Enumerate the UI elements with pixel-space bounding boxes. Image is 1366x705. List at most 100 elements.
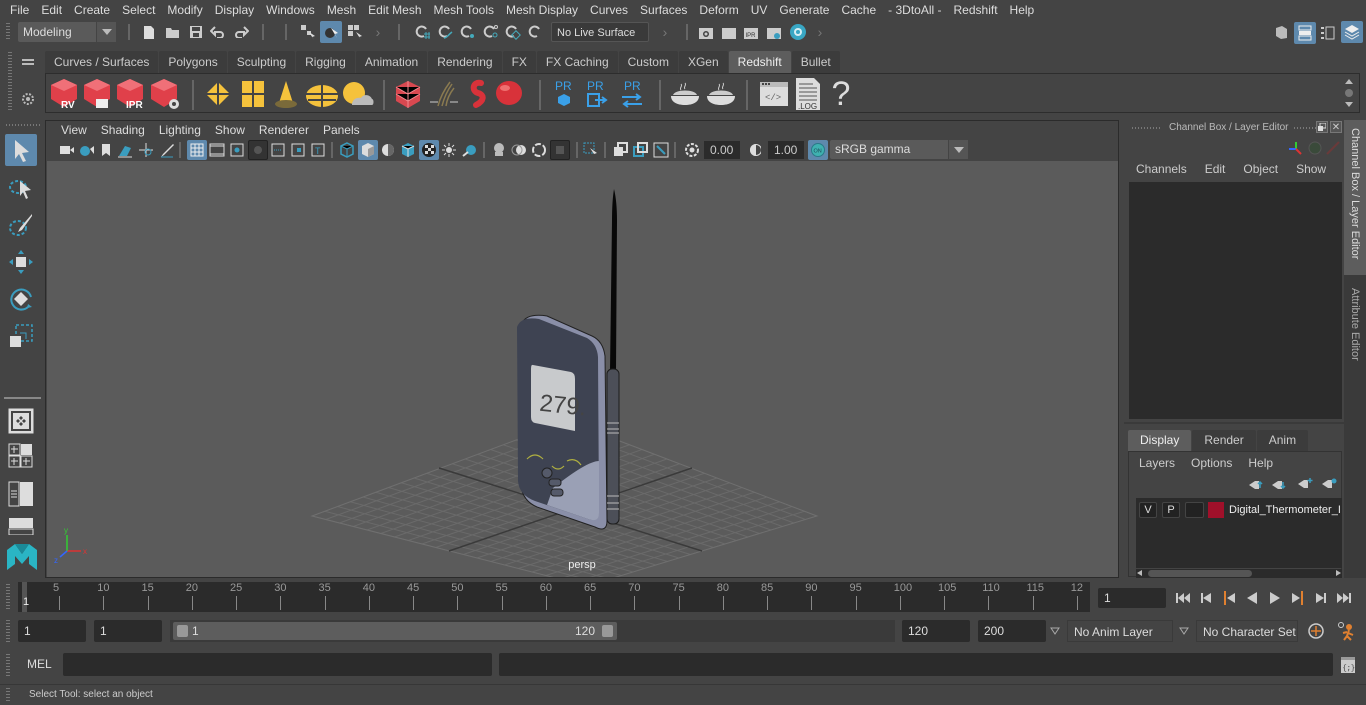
safe-title-icon[interactable]: T: [309, 141, 327, 159]
layer-menu-help[interactable]: Help: [1248, 456, 1273, 470]
menu-create[interactable]: Create: [69, 3, 117, 17]
shelf-tab-polygons[interactable]: Polygons: [159, 51, 227, 73]
animation-preferences-icon[interactable]: [1334, 620, 1358, 642]
menu-display[interactable]: Display: [210, 3, 261, 17]
render-frame-icon[interactable]: [720, 22, 738, 42]
select-by-component-icon[interactable]: [345, 22, 365, 42]
menu-redshift[interactable]: Redshift: [949, 3, 1005, 17]
character-set-dropdown-arrow-icon[interactable]: [1177, 624, 1191, 638]
hair-icon[interactable]: [426, 78, 462, 110]
2d-pan-zoom-icon[interactable]: [137, 141, 155, 159]
snap-live-icon[interactable]: [526, 22, 546, 42]
shelf-tab-fx[interactable]: FX: [502, 51, 536, 73]
play-forwards-icon[interactable]: [1266, 589, 1284, 607]
shelf-tab-custom[interactable]: Custom: [618, 51, 678, 73]
channel-list[interactable]: [1129, 182, 1342, 419]
color-management-toggle[interactable]: ON: [808, 140, 828, 160]
xray-joints-icon[interactable]: [652, 141, 670, 159]
select-by-hierarchy-icon[interactable]: [298, 22, 318, 42]
menu-file[interactable]: File: [5, 3, 36, 17]
camera-attributes-icon[interactable]: [78, 141, 96, 159]
layer-tab-anim[interactable]: Anim: [1256, 430, 1309, 451]
command-line-grip[interactable]: [6, 654, 10, 676]
camera-select-icon[interactable]: [58, 141, 76, 159]
viewport-menu-renderer[interactable]: Renderer: [252, 123, 316, 137]
menu-curves[interactable]: Curves: [585, 3, 635, 17]
layer-color-swatch[interactable]: [1208, 502, 1224, 518]
pr-swap-icon[interactable]: PR: [617, 77, 647, 111]
layer-menu-layers[interactable]: Layers: [1139, 456, 1191, 470]
anim-layer-dropdown-arrow-icon[interactable]: [1048, 624, 1062, 638]
hypershade-icon[interactable]: [788, 22, 808, 42]
scene-start-field[interactable]: 1: [18, 620, 86, 642]
channel-menu-show[interactable]: Show: [1296, 162, 1326, 176]
spot-light-icon[interactable]: [271, 78, 301, 110]
collapse-arrow-icon[interactable]: ›: [660, 22, 670, 42]
channel-menu-channels[interactable]: Channels: [1136, 162, 1205, 176]
gamma-icon[interactable]: [747, 141, 763, 159]
command-language-label[interactable]: MEL: [27, 657, 52, 671]
menu-3dtoall[interactable]: - 3DtoAll -: [883, 3, 948, 17]
proxy-cubes-icon[interactable]: [392, 78, 424, 110]
safe-action-icon[interactable]: [289, 141, 307, 159]
use-all-lights-icon[interactable]: [440, 141, 458, 159]
area-light-icon[interactable]: [202, 78, 234, 110]
shelf-settings-gear-icon[interactable]: [19, 90, 37, 108]
shelf-tab-sculpting[interactable]: Sculpting: [227, 51, 296, 73]
scrollbar-thumb[interactable]: [1148, 570, 1252, 577]
menu-windows[interactable]: Windows: [261, 3, 322, 17]
play-backwards-icon[interactable]: [1243, 589, 1261, 607]
shelf-tab-fx-caching[interactable]: FX Caching: [536, 51, 618, 73]
menu-surfaces[interactable]: Surfaces: [635, 3, 694, 17]
layer-playback-toggle[interactable]: P: [1162, 502, 1180, 518]
layer-name[interactable]: Digital_Thermometer_I: [1229, 502, 1341, 518]
paint-select-tool-icon[interactable]: [5, 209, 37, 241]
side-tab-channel-box[interactable]: Channel Box / Layer Editor: [1344, 120, 1366, 275]
menu-generate[interactable]: Generate: [774, 3, 836, 17]
close-panel-icon[interactable]: ✕: [1330, 121, 1342, 133]
rotate-tool-icon[interactable]: [5, 283, 37, 315]
playback-end-field[interactable]: 120: [902, 620, 970, 642]
shelf-tab-rigging[interactable]: Rigging: [296, 51, 355, 73]
move-tool-icon[interactable]: [5, 246, 37, 278]
tool-settings-toggle-icon[interactable]: [1341, 21, 1363, 43]
step-back-key-icon[interactable]: [1220, 589, 1238, 607]
shelf-tab-redshift[interactable]: Redshift: [728, 51, 791, 73]
script-editor-button-icon[interactable]: {;}: [1338, 655, 1358, 675]
layer-tab-display[interactable]: Display: [1128, 430, 1192, 451]
move-layer-up-icon[interactable]: [1247, 478, 1265, 492]
bake-pie-2-icon[interactable]: [704, 78, 738, 110]
save-scene-icon[interactable]: [187, 22, 205, 42]
menu-mesh[interactable]: Mesh: [322, 3, 363, 17]
snap-surface-icon[interactable]: [503, 22, 523, 42]
menu-uv[interactable]: UV: [746, 3, 775, 17]
select-by-object-icon[interactable]: [320, 21, 342, 43]
shelf-tab-bullet[interactable]: Bullet: [791, 51, 840, 73]
menu-edit-mesh[interactable]: Edit Mesh: [363, 3, 428, 17]
layer-visibility-toggle[interactable]: V: [1139, 502, 1157, 518]
channel-menu-object[interactable]: Object: [1243, 162, 1296, 176]
render-settings-icon[interactable]: [765, 22, 783, 42]
3d-viewport[interactable]: 279. x y z persp: [47, 161, 1118, 577]
dome-light-icon[interactable]: [304, 78, 340, 110]
sphere-material-icon[interactable]: [492, 78, 526, 110]
color-space-dropdown[interactable]: sRGB gamma: [830, 140, 968, 159]
character-set-field[interactable]: No Character Set: [1196, 620, 1298, 642]
shelf-tab-xgen[interactable]: XGen: [678, 51, 728, 73]
command-input[interactable]: [63, 653, 492, 676]
menu-deform[interactable]: Deform: [694, 3, 745, 17]
shelf-tab-animation[interactable]: Animation: [355, 51, 428, 73]
snap-view-plane-icon[interactable]: [481, 22, 501, 42]
shelf-scroll[interactable]: [1342, 76, 1356, 110]
new-layer-icon[interactable]: [1296, 476, 1314, 490]
bookmark-icon[interactable]: [98, 141, 114, 159]
redshift-rv-icon[interactable]: RV: [48, 77, 80, 111]
layer-tab-render[interactable]: Render: [1192, 430, 1256, 451]
help-icon[interactable]: ?: [828, 75, 854, 113]
portal-light-icon[interactable]: [238, 78, 268, 110]
range-end-handle[interactable]: [602, 625, 613, 637]
persp-graph-layout-icon[interactable]: [5, 516, 37, 536]
field-chart-icon[interactable]: [269, 141, 287, 159]
scene-end-field[interactable]: 200: [978, 620, 1046, 642]
shelf-grip[interactable]: [8, 52, 12, 112]
